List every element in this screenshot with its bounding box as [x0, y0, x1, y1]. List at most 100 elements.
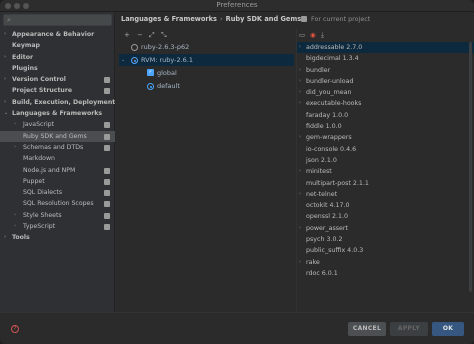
chevron-right-icon[interactable]: ›: [14, 210, 16, 221]
sidebar-item[interactable]: › Version Control: [0, 74, 115, 85]
sdk-panel: + − ⤢ ⤡ ruby-2.6.3-p62 ⌄ RVM: ruby-2.6.1 ✓ g…: [116, 29, 294, 312]
sidebar-item[interactable]: › TypeScript: [0, 221, 115, 232]
sidebar-item[interactable]: SQL Dialects: [0, 187, 115, 198]
chevron-right-icon[interactable]: ›: [4, 232, 6, 243]
sidebar-item[interactable]: Keymap: [0, 40, 115, 51]
sidebar-item[interactable]: › Editor: [0, 52, 115, 63]
breadcrumb: Languages & Frameworks › Ruby SDK and Gems: [121, 15, 301, 23]
chevron-right-icon[interactable]: ›: [299, 257, 301, 268]
breadcrumb-current: Ruby SDK and Gems: [225, 15, 302, 23]
sidebar-item[interactable]: › Appearance & Behavior: [0, 29, 115, 40]
folder-icon[interactable]: ▭: [299, 31, 305, 39]
gem-item[interactable]: › gem-wrappers: [297, 132, 474, 143]
sidebar-item[interactable]: ⌄ Languages & Frameworks: [0, 108, 115, 119]
sidebar-item[interactable]: Ruby SDK and Gems: [0, 130, 115, 142]
gem-item[interactable]: › rake: [297, 257, 474, 268]
gem-item[interactable]: multipart-post 2.1.1: [297, 178, 474, 189]
sidebar-item[interactable]: › Tools: [0, 232, 115, 243]
scope-label: For current project: [301, 15, 370, 23]
radio-button[interactable]: [131, 44, 138, 51]
sidebar-item[interactable]: Node.js and NPM: [0, 165, 115, 176]
gem-item[interactable]: psych 3.0.2: [297, 234, 474, 245]
sidebar-item[interactable]: Markdown: [0, 153, 115, 164]
add-sdk-button[interactable]: +: [124, 31, 130, 39]
chevron-right-icon[interactable]: ›: [299, 98, 301, 109]
gem-label: json 2.1.0: [306, 156, 337, 164]
chevron-right-icon[interactable]: ›: [4, 74, 6, 85]
sdk-item[interactable]: default: [119, 80, 294, 92]
chevron-right-icon[interactable]: ›: [4, 29, 6, 40]
sidebar-item[interactable]: Project Structure: [0, 85, 115, 96]
gem-item[interactable]: › minitest: [297, 166, 474, 177]
chevron-right-icon[interactable]: ›: [4, 97, 6, 108]
checkbox[interactable]: ✓: [147, 69, 154, 76]
ok-button[interactable]: OK: [432, 322, 464, 336]
chevron-right-icon[interactable]: ›: [299, 42, 301, 53]
radio-button[interactable]: [147, 83, 154, 90]
sidebar-item[interactable]: Puppet: [0, 176, 115, 187]
sidebar-item-label: Node.js and NPM: [23, 166, 76, 174]
breadcrumb-parent: Languages & Frameworks: [121, 15, 217, 23]
sidebar-item-label: SQL Resolution Scopes: [23, 200, 94, 208]
gem-item[interactable]: rdoc 6.0.1: [297, 268, 474, 279]
chevron-right-icon[interactable]: ›: [14, 221, 16, 232]
gem-item[interactable]: bigdecimal 1.3.4: [297, 53, 474, 64]
chevron-right-icon[interactable]: ›: [299, 189, 301, 200]
settings-search-input[interactable]: ⌕: [3, 14, 112, 26]
sidebar-item[interactable]: › JavaScript: [0, 119, 115, 130]
gem-item[interactable]: › bundler-unload: [297, 76, 474, 87]
sidebar-item[interactable]: SQL Resolution Scopes: [0, 198, 115, 209]
chevron-right-icon[interactable]: ›: [4, 52, 6, 63]
project-level-icon: [104, 201, 110, 208]
gem-item[interactable]: openssl 2.1.0: [297, 211, 474, 222]
gem-item[interactable]: octokit 4.17.0: [297, 200, 474, 211]
chevron-down-icon[interactable]: ⌄: [121, 54, 125, 66]
sidebar-item-label: Project Structure: [12, 87, 73, 95]
chevron-right-icon[interactable]: ›: [299, 223, 301, 234]
gem-list-scrollbar[interactable]: [469, 42, 472, 292]
gem-item[interactable]: › did_you_mean: [297, 87, 474, 98]
chevron-right-icon[interactable]: ›: [299, 65, 301, 76]
chevron-right-icon[interactable]: ›: [14, 119, 16, 130]
gem-label: power_assert: [306, 224, 348, 232]
sidebar-item-label: Markdown: [23, 155, 55, 163]
radio-button[interactable]: [131, 57, 138, 64]
collapse-all-icon[interactable]: ⤡: [161, 31, 167, 40]
gem-item[interactable]: › addressable 2.7.0: [297, 42, 474, 54]
expand-all-icon[interactable]: ⤢: [149, 31, 155, 40]
project-level-icon: [104, 167, 110, 174]
gem-item[interactable]: io-console 0.4.6: [297, 144, 474, 155]
cancel-button[interactable]: CANCEL: [348, 322, 386, 336]
gem-item[interactable]: public_suffix 4.0.3: [297, 245, 474, 256]
sidebar-item[interactable]: Plugins: [0, 63, 115, 74]
gem-item[interactable]: fiddle 1.0.0: [297, 121, 474, 132]
help-button[interactable]: ?: [11, 325, 19, 333]
gem-item[interactable]: json 2.1.0: [297, 155, 474, 166]
rubygems-icon[interactable]: ◉: [310, 31, 316, 39]
chevron-right-icon[interactable]: ›: [299, 76, 301, 87]
apply-button[interactable]: APPLY: [390, 322, 428, 336]
gem-item[interactable]: › executable-hooks: [297, 98, 474, 109]
sidebar-item[interactable]: › Schemas and DTDs: [0, 142, 115, 153]
sdk-item[interactable]: ruby-2.6.3-p62: [119, 41, 294, 53]
sdk-item[interactable]: ⌄ RVM: ruby-2.6.1: [119, 54, 294, 66]
sidebar-item[interactable]: › Build, Execution, Deployment: [0, 97, 115, 108]
settings-sidebar: ⌕ › Appearance & Behavior Keymap › Editor Plu…: [0, 12, 115, 312]
sidebar-item-label: SQL Dialects: [23, 189, 63, 197]
gem-item[interactable]: › net-telnet: [297, 189, 474, 200]
chevron-down-icon[interactable]: ⌄: [4, 108, 8, 119]
gem-item[interactable]: › power_assert: [297, 223, 474, 234]
chevron-right-icon[interactable]: ›: [299, 132, 301, 143]
gem-item[interactable]: › bundler: [297, 65, 474, 76]
download-icon[interactable]: ⤓: [321, 31, 324, 40]
chevron-right-icon[interactable]: ›: [299, 87, 301, 98]
sdk-item[interactable]: ✓ global: [119, 67, 294, 79]
sidebar-item[interactable]: › Style Sheets: [0, 210, 115, 221]
remove-sdk-button[interactable]: −: [137, 31, 143, 39]
gem-label: gem-wrappers: [306, 134, 352, 142]
sidebar-item-label: Style Sheets: [23, 211, 62, 219]
chevron-right-icon[interactable]: ›: [14, 142, 16, 153]
sidebar-item-label: Build, Execution, Deployment: [12, 98, 116, 106]
gem-item[interactable]: faraday 1.0.0: [297, 110, 474, 121]
chevron-right-icon[interactable]: ›: [299, 166, 301, 177]
